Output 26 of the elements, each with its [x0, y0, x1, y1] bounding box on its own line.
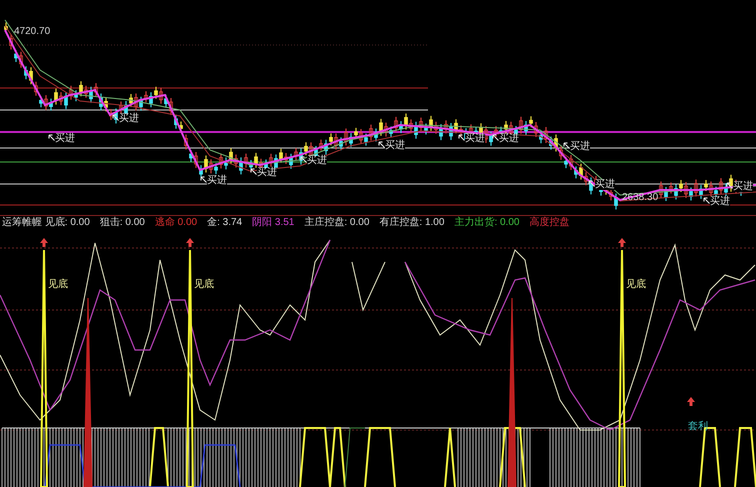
- buy-signal-label: 买进: [119, 114, 139, 124]
- indicator-reading: 运筹帷幄 见底: 0.00: [2, 218, 90, 228]
- buy-signal-label: 买进: [55, 134, 75, 144]
- buy-signal-label: 买进: [385, 141, 405, 151]
- indicator-reading: 逃命 0.00: [154, 218, 198, 228]
- buy-signal-label: 买进: [307, 156, 327, 166]
- buy-signal-label: 买进: [595, 180, 615, 190]
- indicator-reading: 高度控盘: [529, 218, 570, 228]
- high-price-label: 4720.70: [14, 25, 50, 39]
- indicator-reading: 狙击: 0.00: [100, 218, 145, 228]
- indicator-reading: 有庄控盘: 1.00: [379, 218, 444, 228]
- signal-label: 见底: [626, 280, 646, 290]
- buy-signal-label: 买进: [733, 182, 753, 192]
- buy-signal-label: 买进: [465, 134, 485, 144]
- indicator-reading: 主庄控盘: 0.00: [304, 218, 370, 228]
- indicator-reading: 阴阳 3.51: [252, 218, 294, 228]
- buy-signal-label: 买进: [207, 176, 227, 186]
- signal-label: 套利: [688, 422, 708, 432]
- signal-label: 见底: [194, 280, 214, 290]
- buy-signal-label: 买进: [499, 134, 519, 144]
- indicator-reading: 金: 3.74: [207, 218, 242, 228]
- buy-signal-label: 买进: [570, 142, 590, 152]
- buy-signal-label: 买进: [710, 197, 730, 207]
- buy-signal-label: 买进: [257, 168, 277, 178]
- indicator-reading: 主力出货: 0.00: [454, 218, 520, 228]
- signal-label: 见底: [48, 280, 68, 290]
